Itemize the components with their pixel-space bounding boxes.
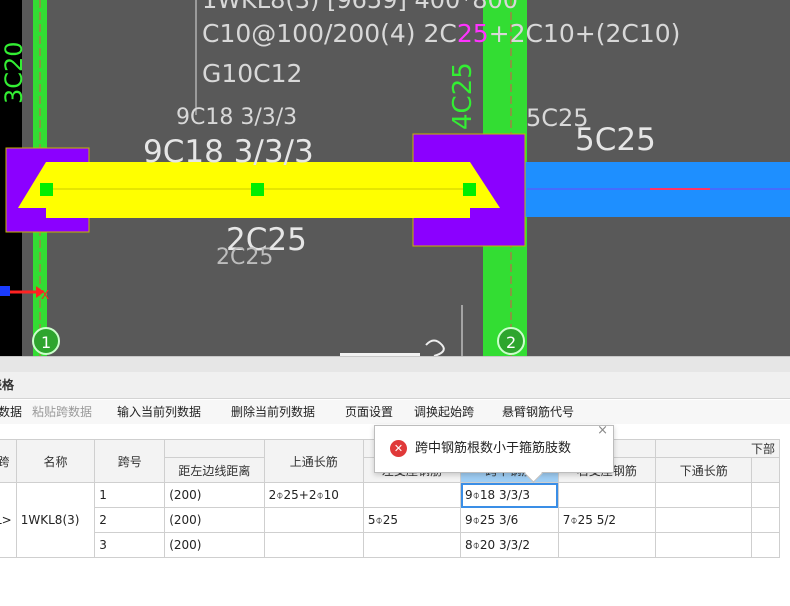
table-row[interactable]: L> 1WKL8(3) 1 (200) 2⌽25+2⌽10 9⌽18 3/3/3 xyxy=(0,482,780,558)
top-right-steel-annotation-large: 5C25 xyxy=(575,122,656,158)
cell-dist[interactable]: (200) xyxy=(164,482,265,508)
tooltip-close-icon[interactable]: × xyxy=(597,423,608,438)
table-row[interactable]: 3 (200) 8⌽20 3/3/2 xyxy=(0,532,780,558)
cell-left-support[interactable] xyxy=(362,532,462,558)
cell-right-support[interactable] xyxy=(557,482,656,508)
cad-drawing[interactable]: X 1WKL8(3) [9659] 400*800 C10@100/200(4)… xyxy=(0,0,790,356)
cell-span-no[interactable]: 3 xyxy=(94,532,166,558)
cell-mid-span[interactable]: 9⌽25 3/6 xyxy=(460,507,559,533)
cell-dist[interactable]: (200) xyxy=(164,532,265,558)
cell-left-support[interactable]: 5⌽25 xyxy=(362,507,462,533)
cell-left-support[interactable] xyxy=(362,482,462,508)
bottom-steel-annotation-small: 2C25 xyxy=(216,245,273,270)
grip-right[interactable] xyxy=(463,183,476,196)
cell-span-no[interactable]: 2 xyxy=(94,507,166,533)
partial-top-annotation: 1WKL8(3) [9659] 400*800 xyxy=(202,0,518,14)
toolbar-input-current-column[interactable]: 输入当前列数据 xyxy=(117,400,201,424)
validation-tooltip: ✕ 跨中钢筋根数小于箍筋肢数 × xyxy=(374,423,614,483)
cell-bottom-through[interactable] xyxy=(654,532,753,558)
header-dist-left: 距左边线距离 xyxy=(164,457,265,483)
toolbar-page-setup[interactable]: 页面设置 xyxy=(345,400,393,424)
toolbar-copy-data[interactable]: 数据 xyxy=(0,400,22,424)
cell-bottom-through[interactable] xyxy=(654,507,753,533)
top-left-steel-annotation-large: 9C18 3/3/3 xyxy=(143,134,314,170)
axis-label-2: 2 xyxy=(506,333,516,352)
column-vertical-annotation: 4C25 xyxy=(448,62,478,130)
waist-bar-annotation: G10C12 xyxy=(202,59,302,88)
grip-left[interactable] xyxy=(40,183,53,196)
header-name: 名称 xyxy=(15,439,96,483)
table-row[interactable]: 2 (200) 5⌽25 9⌽25 3/6 7⌽25 5/2 xyxy=(0,507,780,533)
cell-top-through[interactable] xyxy=(263,532,364,558)
header-span-no: 跨号 xyxy=(94,439,166,483)
header-bottom-through: 下通长筋 xyxy=(654,457,753,483)
grip-mid[interactable] xyxy=(251,183,264,196)
cad-viewport[interactable]: X 1WKL8(3) [9659] 400*800 C10@100/200(4)… xyxy=(0,0,790,356)
ucs-origin xyxy=(0,286,10,296)
cell-bottom-through[interactable] xyxy=(654,482,753,508)
cursor-shape xyxy=(425,339,445,356)
table-panel: 表格 数据 粘贴跨数据 输入当前列数据 删除当前列数据 页面设置 调换起始跨 悬… xyxy=(0,356,790,606)
ucs-x-label: X xyxy=(41,288,49,302)
table-toolbar: 数据 粘贴跨数据 输入当前列数据 删除当前列数据 页面设置 调换起始跨 悬臂钢筋… xyxy=(0,400,790,424)
header-dist-group xyxy=(164,439,265,458)
toolbar-swap-start-span[interactable]: 调换起始跨 xyxy=(414,400,474,424)
stirrup-annotation: C10@100/200(4) 2C25+2C10+(2C10) xyxy=(202,19,680,48)
cell-beam-name[interactable]: 1WKL8(3) xyxy=(15,482,96,558)
cell-mid-span[interactable]: 8⌽20 3/3/2 xyxy=(460,532,559,558)
cell-col0[interactable]: L> xyxy=(0,482,17,558)
toolbar-delete-current-column[interactable]: 删除当前列数据 xyxy=(231,400,315,424)
panel-title: 表格 xyxy=(0,378,15,392)
header-col0: 跨 xyxy=(0,439,17,483)
toolbar-paste-span-data[interactable]: 粘贴跨数据 xyxy=(32,400,92,424)
cell-right-support[interactable]: 7⌽25 5/2 xyxy=(557,507,656,533)
panel-title-bar: 表格 xyxy=(0,372,790,399)
axis-label-1: 1 xyxy=(41,333,51,352)
header-top-through: 上通长筋 xyxy=(263,439,364,483)
header-bottom-group: 下部 xyxy=(654,439,781,458)
toolbar-hanging-bar-code[interactable]: 悬臂钢筋代号 xyxy=(502,400,574,424)
cell-dist[interactable]: (200) xyxy=(164,507,265,533)
cell-span-no[interactable]: 1 xyxy=(94,482,166,508)
left-column-annotation: 3C20 xyxy=(0,41,28,104)
cell-top-through[interactable] xyxy=(263,507,364,533)
cell-right-support[interactable] xyxy=(557,532,656,558)
error-icon: ✕ xyxy=(390,440,407,457)
cell-extra[interactable] xyxy=(751,532,780,558)
top-left-steel-annotation: 9C18 3/3/3 xyxy=(176,105,297,130)
tooltip-message: 跨中钢筋根数小于箍筋肢数 xyxy=(415,441,572,456)
header-extra xyxy=(751,457,780,483)
cell-extra[interactable] xyxy=(751,482,780,508)
cell-top-through[interactable]: 2⌽25+2⌽10 xyxy=(263,482,364,508)
cell-mid-span[interactable]: 9⌽18 3/3/3 xyxy=(460,482,559,508)
cell-extra[interactable] xyxy=(751,507,780,533)
panel-splitter[interactable] xyxy=(0,356,790,373)
